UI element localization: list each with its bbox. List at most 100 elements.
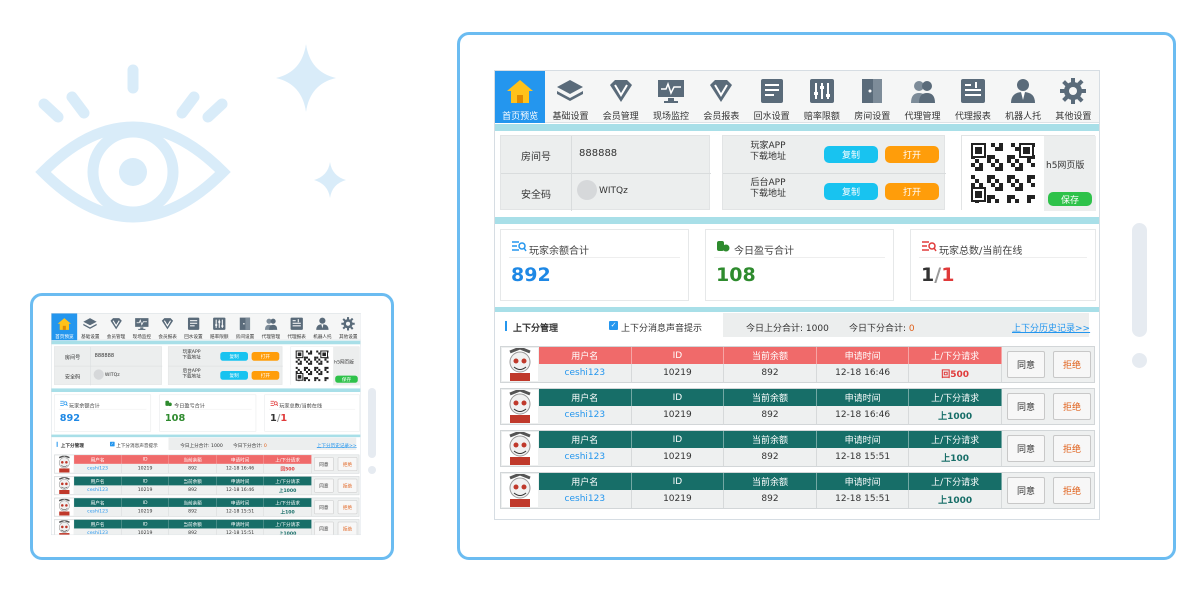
toolbar-item-8[interactable]: 代理管理 (897, 71, 947, 123)
request-header: 用户名 ID 当前余额 申请时间 上/下分请求 (539, 431, 1002, 448)
toolbar-item-6[interactable]: 赔率限额 (206, 314, 232, 341)
toolbar-item-11[interactable]: 其他设置 (335, 314, 360, 341)
save-button[interactable]: 保存 (335, 375, 358, 383)
history-link[interactable]: 上下分历史记录>> (1012, 321, 1090, 334)
open-player-button[interactable]: 打开 (251, 351, 280, 361)
toolbar-item-7[interactable]: 房间设置 (232, 314, 258, 341)
column-header: ID (122, 519, 170, 529)
players-stat-card: 玩家总数/当前在线 1/1 (264, 394, 360, 432)
cell-user: ceshi123 (539, 364, 632, 382)
approve-button[interactable]: 同意 (314, 521, 334, 535)
toolbar-item-10[interactable]: 机器人托 (310, 314, 336, 341)
toolbar-label: 代理管理 (261, 334, 281, 340)
sound-checkbox[interactable]: ✓ (609, 321, 618, 330)
request-row: 用户名 ID 当前余额 申请时间 上/下分请求 ceshi123 10219 892 12-18… (500, 472, 1095, 509)
reject-button[interactable]: 拒绝 (337, 521, 358, 535)
toolbar-item-5[interactable]: 回水设置 (181, 314, 207, 341)
approve-button[interactable]: 同意 (1007, 435, 1045, 462)
reject-button[interactable]: 拒绝 (337, 478, 358, 493)
reject-button[interactable]: 拒绝 (337, 500, 358, 515)
open-player-button[interactable]: 打开 (885, 146, 939, 163)
toolbar-item-4[interactable]: 会员报表 (696, 71, 746, 123)
toolbar-item-7[interactable]: 房间设置 (847, 71, 897, 123)
open-admin-button[interactable]: 打开 (885, 183, 939, 200)
reject-button[interactable]: 拒绝 (1053, 351, 1091, 378)
column-header: 用户名 (74, 498, 122, 507)
profit-stat-card: 今日盈亏合计 108 (705, 229, 894, 301)
toolbar-label: 房间设置 (235, 334, 255, 340)
door-icon (239, 317, 251, 330)
save-button[interactable]: 保存 (1048, 192, 1092, 206)
toolbar-item-8[interactable]: 代理管理 (258, 314, 284, 341)
home-icon (57, 318, 72, 330)
toolbar-label: 会员报表 (158, 334, 177, 340)
toolbar-item-9[interactable]: 代理报表 (948, 71, 998, 123)
h5-label: h5网页版 (1046, 161, 1085, 171)
toolbar-item-0[interactable]: 首页预览 (51, 313, 78, 341)
download-card: 玩家APP 下载地址 复制 打开 后台APP 下载地址 复制 打开 (722, 135, 946, 210)
approve-button[interactable]: 同意 (314, 478, 334, 493)
avatar (55, 455, 74, 473)
request-row: 用户名 ID 当前余额 申请时间 上/下分请求 ceshi123 10219 892 12-18… (500, 388, 1095, 425)
copy-admin-button[interactable]: 复制 (824, 183, 878, 200)
avatar (502, 348, 538, 381)
toolbar-item-4[interactable]: 会员报表 (155, 314, 181, 341)
toolbar-item-9[interactable]: 代理报表 (284, 314, 310, 341)
profit-title: 今日盈亏合计 (734, 246, 794, 257)
toolbar-item-2[interactable]: 会员管理 (103, 314, 129, 341)
history-link[interactable]: 上下分历史记录>> (317, 442, 357, 448)
cell-user: ceshi123 (539, 448, 632, 466)
toolbar-item-3[interactable]: 现场监控 (646, 71, 696, 123)
column-header: ID (122, 498, 170, 507)
sound-checkbox[interactable]: ✓ (109, 441, 115, 447)
toolbar-item-1[interactable]: 基础设置 (77, 314, 103, 341)
copy-player-button[interactable]: 复制 (824, 146, 878, 163)
reject-button[interactable]: 拒绝 (337, 457, 358, 472)
column-header: 申请时间 (217, 455, 265, 464)
column-header: 当前余额 (724, 389, 817, 406)
toolbar-label: 代理报表 (287, 334, 306, 340)
column-header: ID (122, 455, 170, 464)
toolbar-item-6[interactable]: 赔率限额 (797, 71, 847, 123)
approve-button[interactable]: 同意 (314, 457, 334, 472)
code-value: WITQz (104, 372, 120, 378)
toolbar-item-10[interactable]: 机器人托 (998, 71, 1048, 123)
cell-time: 12-18 16:46 (217, 485, 265, 495)
approve-button[interactable]: 同意 (314, 500, 334, 515)
cell-user: ceshi123 (74, 506, 122, 517)
reject-button[interactable]: 拒绝 (1053, 393, 1091, 420)
column-header: 上/下分请求 (264, 455, 312, 464)
today-up-label: 今日上分合计: (746, 324, 804, 334)
toolbar-label: 机器人托 (313, 334, 332, 340)
today-down-label: 今日下分合计: (849, 324, 907, 334)
column-header: ID (122, 476, 170, 486)
toolbar-label: 其他设置 (1055, 112, 1092, 122)
column-header: 申请时间 (817, 347, 910, 364)
request-values: ceshi123 10219 892 12-18 15:51 上1000 (539, 490, 1002, 508)
room-info-card: 房间号 888888 安全码 WITQz (54, 346, 163, 386)
toolbar-item-11[interactable]: 其他设置 (1048, 71, 1098, 123)
toolbar-item-1[interactable]: 基础设置 (545, 71, 595, 123)
copy-admin-button[interactable]: 复制 (220, 370, 248, 380)
avatar (55, 520, 74, 535)
reject-button[interactable]: 拒绝 (1053, 477, 1091, 504)
reject-button[interactable]: 拒绝 (1053, 435, 1091, 462)
approve-button[interactable]: 同意 (1007, 477, 1045, 504)
copy-player-button[interactable]: 复制 (220, 351, 248, 361)
open-admin-button[interactable]: 打开 (251, 370, 280, 380)
approve-button[interactable]: 同意 (1007, 351, 1045, 378)
toolbar-item-0[interactable]: 首页预览 (495, 71, 546, 123)
blurred-mask (577, 180, 597, 200)
gear-icon (341, 317, 355, 331)
toolbar-item-5[interactable]: 回水设置 (746, 71, 796, 123)
toolbar-item-2[interactable]: 会员管理 (596, 71, 646, 123)
column-header: 上/下分请求 (909, 389, 1002, 406)
toolbar-item-3[interactable]: 现场监控 (129, 314, 155, 341)
toolbar-label: 赔率限额 (209, 334, 229, 340)
profit-title: 今日盈亏合计 (174, 403, 205, 409)
h5-card: h5网页版 保存 (290, 346, 360, 386)
approve-button[interactable]: 同意 (1007, 393, 1045, 420)
request-header: 用户名 ID 当前余额 申请时间 上/下分请求 (74, 498, 312, 507)
sparkle-large-icon (276, 44, 336, 112)
column-header: 上/下分请求 (909, 431, 1002, 448)
